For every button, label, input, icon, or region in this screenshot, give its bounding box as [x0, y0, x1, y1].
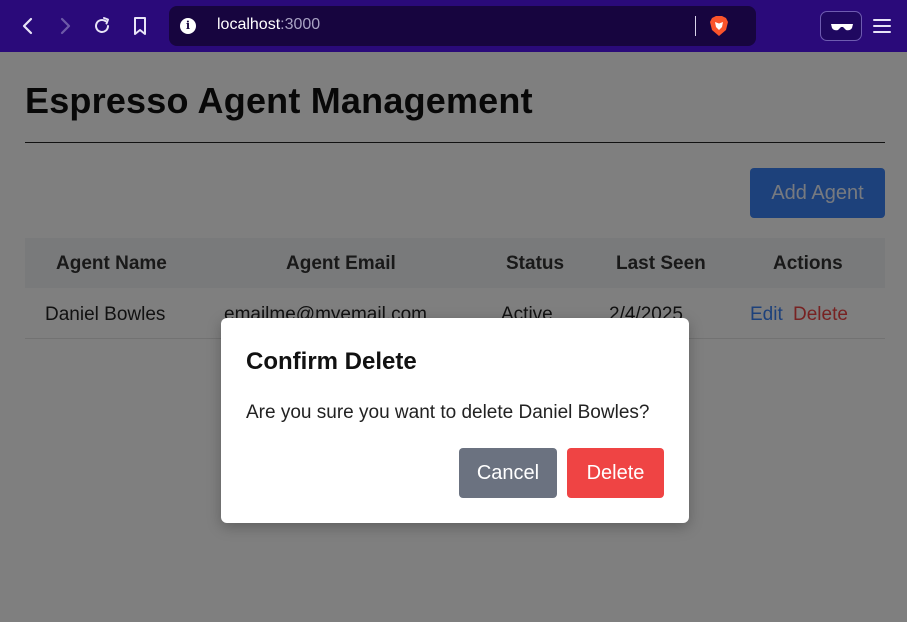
dialog-message: Are you sure you want to delete Daniel B… [246, 402, 650, 423]
site-info-icon[interactable]: i [180, 18, 196, 34]
dialog-title: Confirm Delete [246, 348, 417, 375]
address-bar[interactable]: i localhost:3000 [169, 6, 756, 46]
confirm-delete-button[interactable]: Delete [567, 448, 664, 498]
cancel-button[interactable]: Cancel [459, 448, 557, 498]
forward-icon[interactable] [53, 14, 77, 38]
back-icon[interactable] [16, 14, 40, 38]
bookmark-icon[interactable] [128, 14, 152, 38]
confirm-delete-dialog: Confirm Delete Are you sure you want to … [221, 318, 689, 523]
brave-shields-icon[interactable] [709, 15, 729, 37]
extension-glasses-icon[interactable] [820, 11, 862, 41]
browser-toolbar: i localhost:3000 [0, 0, 907, 52]
reload-icon[interactable] [90, 14, 114, 38]
url-text: localhost:3000 [217, 16, 321, 33]
menu-icon[interactable] [872, 17, 892, 35]
address-divider [695, 16, 696, 36]
